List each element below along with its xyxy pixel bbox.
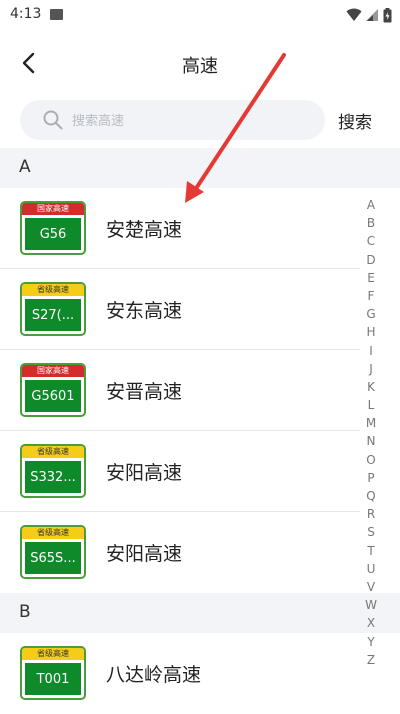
index-letter-w[interactable]: W [360, 596, 382, 614]
highway-badge: 省级高速 T001 [20, 646, 86, 700]
status-time: 4:13 [10, 6, 42, 22]
page-title: 高速 [182, 56, 218, 77]
index-letter-j[interactable]: J [360, 360, 382, 378]
badge-type-label: 省级高速 [22, 527, 84, 539]
highway-badge: 省级高速 S27(... [20, 282, 86, 336]
search-input[interactable] [70, 108, 314, 134]
index-letter-e[interactable]: E [360, 269, 382, 287]
badge-type-label: 省级高速 [22, 446, 84, 458]
alphabet-index[interactable]: A B C D E F G H I J K L M N O P Q R S T … [360, 196, 382, 669]
highway-name: 八达岭高速 [106, 664, 202, 686]
image-notification-icon [50, 9, 63, 20]
badge-code: G5601 [25, 380, 81, 412]
index-letter-x[interactable]: X [360, 614, 382, 632]
index-letter-h[interactable]: H [360, 323, 382, 341]
search-button[interactable]: 搜索 [338, 108, 372, 133]
index-letter-g[interactable]: G [360, 305, 382, 323]
status-icons [346, 7, 392, 23]
highway-name: 安阳高速 [106, 462, 183, 484]
badge-type-label: 国家高速 [22, 203, 84, 215]
highway-list-item[interactable]: 省级高速 S27(... 安东高速 [0, 269, 360, 350]
highway-badge: 省级高速 S332... [20, 444, 86, 498]
index-letter-y[interactable]: Y [360, 633, 382, 651]
index-letter-b[interactable]: B [360, 214, 382, 232]
highway-list-item[interactable]: 省级高速 T001 八达岭高速 [0, 633, 360, 714]
index-letter-q[interactable]: Q [360, 487, 382, 505]
index-letter-o[interactable]: O [360, 451, 382, 469]
index-letter-z[interactable]: Z [360, 651, 382, 669]
highway-name: 安楚高速 [106, 219, 183, 241]
index-letter-p[interactable]: P [360, 469, 382, 487]
badge-code: S65S... [25, 542, 81, 574]
index-letter-m[interactable]: M [360, 414, 382, 432]
wifi-icon [346, 8, 362, 21]
index-letter-i[interactable]: I [360, 342, 382, 360]
index-letter-u[interactable]: U [360, 560, 382, 578]
badge-code: S27(... [25, 299, 81, 331]
index-letter-n[interactable]: N [360, 432, 382, 450]
search-icon [43, 110, 63, 130]
highway-list-item[interactable]: 省级高速 S65S... 安阳高速 [0, 512, 360, 593]
highway-badge: 国家高速 G5601 [20, 363, 86, 417]
highway-name: 安东高速 [106, 300, 183, 322]
highway-list-item[interactable]: 国家高速 G56 安楚高速 [0, 188, 360, 269]
badge-code: G56 [25, 218, 81, 250]
highway-name: 安阳高速 [106, 543, 183, 565]
highway-name: 安晋高速 [106, 381, 183, 403]
index-letter-f[interactable]: F [360, 287, 382, 305]
highway-badge: 省级高速 S65S... [20, 525, 86, 579]
status-bar: 4:13 [0, 0, 400, 30]
index-letter-c[interactable]: C [360, 232, 382, 250]
badge-type-label: 国家高速 [22, 365, 84, 377]
index-letter-t[interactable]: T [360, 542, 382, 560]
section-header-a: A [0, 148, 400, 188]
badge-code: S332... [25, 461, 81, 493]
highway-badge: 国家高速 G56 [20, 201, 86, 255]
index-letter-v[interactable]: V [360, 578, 382, 596]
index-letter-k[interactable]: K [360, 378, 382, 396]
highway-list-item[interactable]: 省级高速 S332... 安阳高速 [0, 431, 360, 512]
index-letter-l[interactable]: L [360, 396, 382, 414]
search-box[interactable] [20, 100, 325, 140]
index-letter-a[interactable]: A [360, 196, 382, 214]
index-letter-s[interactable]: S [360, 523, 382, 541]
highway-list-item[interactable]: 国家高速 G5601 安晋高速 [0, 350, 360, 431]
section-header-b: B [0, 593, 400, 633]
badge-type-label: 省级高速 [22, 284, 84, 296]
index-letter-d[interactable]: D [360, 251, 382, 269]
badge-type-label: 省级高速 [22, 648, 84, 660]
section-letter: B [19, 602, 31, 622]
index-letter-r[interactable]: R [360, 505, 382, 523]
signal-icon [366, 9, 378, 21]
section-letter: A [19, 157, 31, 177]
battery-icon [383, 7, 392, 22]
badge-code: T001 [25, 663, 81, 695]
top-bar: 高速 [0, 40, 400, 86]
